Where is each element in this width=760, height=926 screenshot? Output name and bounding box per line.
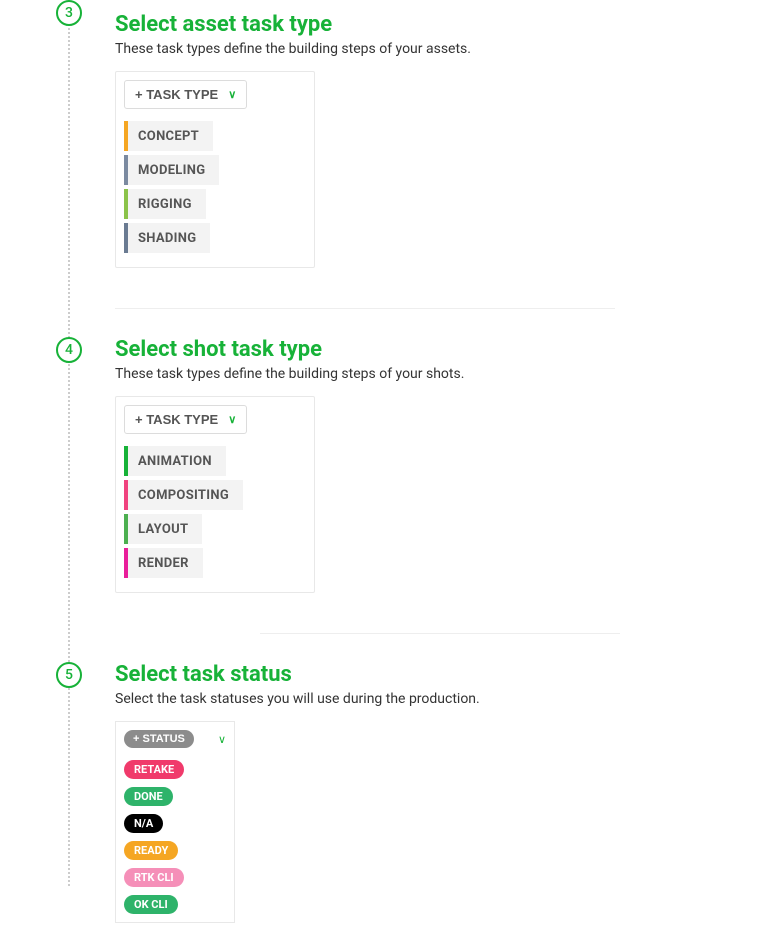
chevron-down-icon: ∨ <box>228 413 236 426</box>
task-color-bar <box>124 223 128 253</box>
task-color-bar <box>124 446 128 476</box>
shot-task-list: ANIMATION COMPOSITING LAYOUT RENDER <box>124 446 306 578</box>
step-number-badge: 3 <box>56 0 82 26</box>
task-color-bar <box>124 155 128 185</box>
task-type-label: COMPOSITING <box>138 488 229 503</box>
task-type-label: SHADING <box>138 231 196 246</box>
task-type-label: RIGGING <box>138 197 192 212</box>
task-type-item[interactable]: SHADING <box>124 223 210 253</box>
step-title: Select asset task type <box>115 12 760 37</box>
task-type-item[interactable]: RIGGING <box>124 189 206 219</box>
status-panel-header: + STATUS ∨ <box>116 722 234 754</box>
task-color-bar <box>124 548 128 578</box>
chevron-down-icon: ∨ <box>228 88 236 101</box>
status-pill[interactable]: OK CLI <box>124 895 178 914</box>
status-pill[interactable]: READY <box>124 841 178 860</box>
add-task-type-button[interactable]: + TASK TYPE ∨ <box>124 405 247 434</box>
task-type-label: ANIMATION <box>138 454 212 469</box>
task-type-label: LAYOUT <box>138 522 188 537</box>
task-type-item[interactable]: LAYOUT <box>124 514 202 544</box>
section-divider <box>115 308 615 309</box>
add-status-button[interactable]: + STATUS <box>124 730 194 748</box>
task-type-label: CONCEPT <box>138 129 199 144</box>
step-number-badge: 4 <box>56 337 82 363</box>
status-pill[interactable]: N/A <box>124 814 163 833</box>
step-4: 4 Select shot task type These task types… <box>0 337 760 593</box>
task-type-item[interactable]: ANIMATION <box>124 446 226 476</box>
task-type-label: RENDER <box>138 556 189 571</box>
step-number: 4 <box>65 342 73 358</box>
task-type-item[interactable]: CONCEPT <box>124 121 213 151</box>
step-number-badge: 5 <box>56 662 82 688</box>
step-description: These task types define the building ste… <box>115 41 760 57</box>
step-number: 3 <box>65 5 73 21</box>
asset-task-list: CONCEPT MODELING RIGGING SHADING <box>124 121 306 253</box>
shot-task-panel: + TASK TYPE ∨ ANIMATION COMPOSITING LAYOUT… <box>115 396 315 593</box>
chevron-down-icon[interactable]: ∨ <box>218 733 226 746</box>
step-description: Select the task statuses you will use du… <box>115 691 760 707</box>
add-task-type-label: + TASK TYPE <box>135 412 218 427</box>
step-title: Select shot task type <box>115 337 760 362</box>
task-color-bar <box>124 514 128 544</box>
task-type-label: MODELING <box>138 163 205 178</box>
task-color-bar <box>124 480 128 510</box>
task-color-bar <box>124 121 128 151</box>
step-number: 5 <box>65 667 73 683</box>
step-5: 5 Select task status Select the task sta… <box>0 662 760 926</box>
add-task-type-button[interactable]: + TASK TYPE ∨ <box>124 80 247 109</box>
task-color-bar <box>124 189 128 219</box>
task-type-item[interactable]: MODELING <box>124 155 219 185</box>
asset-task-panel: + TASK TYPE ∨ CONCEPT MODELING RIGGING SHAD… <box>115 71 315 268</box>
status-panel: + STATUS ∨ RETAKE DONE N/A READY RTK CLI OK C… <box>115 721 235 923</box>
task-type-item[interactable]: COMPOSITING <box>124 480 243 510</box>
step-title: Select task status <box>115 662 760 687</box>
status-pill[interactable]: RTK CLI <box>124 868 184 887</box>
step-3: 3 Select asset task type These task type… <box>0 0 760 268</box>
status-pill[interactable]: RETAKE <box>124 760 184 779</box>
section-divider <box>260 633 620 634</box>
task-type-item[interactable]: RENDER <box>124 548 203 578</box>
status-list[interactable]: RETAKE DONE N/A READY RTK CLI OK CLI <box>116 754 234 922</box>
status-pill[interactable]: DONE <box>124 787 173 806</box>
add-task-type-label: + TASK TYPE <box>135 87 218 102</box>
step-description: These task types define the building ste… <box>115 366 760 382</box>
